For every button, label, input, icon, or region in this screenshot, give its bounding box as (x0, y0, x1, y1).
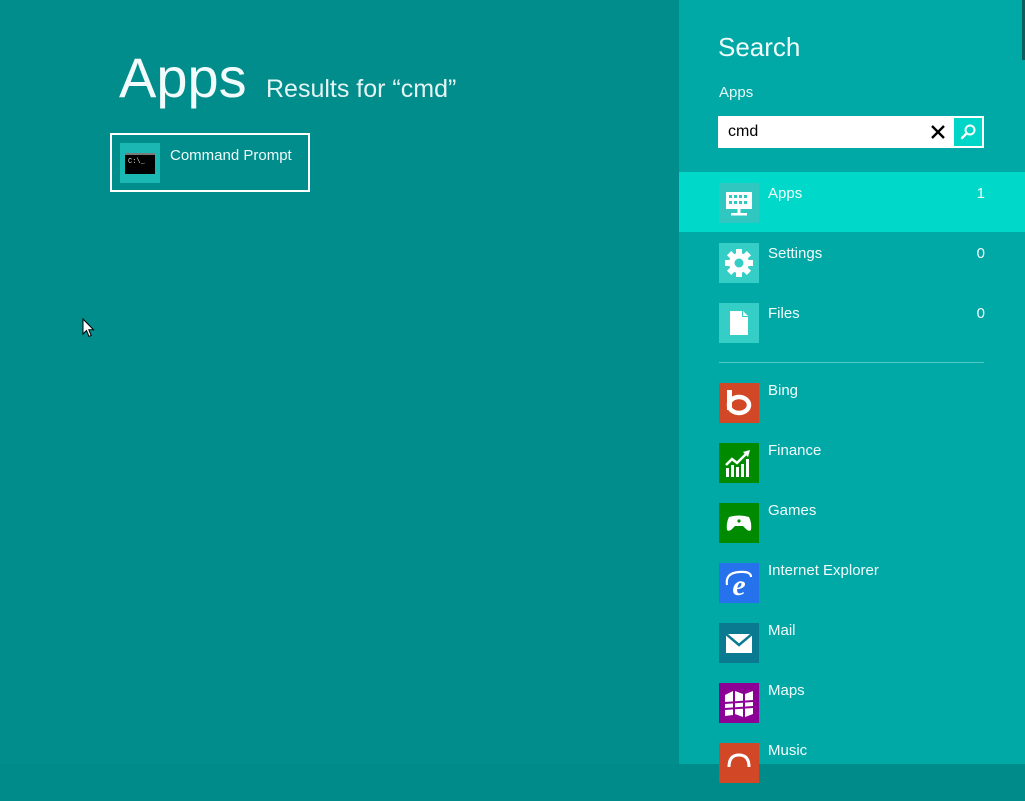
music-icon (719, 743, 759, 783)
apps-results-area: Apps Results for “cmd” C:\_ Command Prom… (0, 0, 679, 764)
app-item-internet-explorer[interactable]: e Internet Explorer (679, 561, 1025, 621)
close-icon (931, 125, 945, 139)
app-label: Games (768, 502, 817, 519)
file-icon (719, 303, 759, 343)
games-icon (719, 503, 759, 543)
result-command-prompt[interactable]: C:\_ Command Prompt (110, 133, 310, 192)
app-item-maps[interactable]: Maps (679, 681, 1025, 741)
search-scope-label: Apps (719, 84, 754, 101)
category-count: 1 (976, 185, 985, 202)
app-label: Finance (768, 442, 822, 459)
app-label: Bing (768, 382, 799, 399)
search-input[interactable] (728, 122, 918, 142)
search-box (718, 116, 984, 148)
search-icon (960, 124, 976, 140)
app-label: Internet Explorer (768, 562, 879, 579)
search-pane: Search Apps cmd Apps 1 Settings 0 Files … (679, 0, 1025, 783)
finance-icon (719, 443, 759, 483)
page-title: Apps (119, 46, 247, 109)
category-label: Apps (768, 185, 803, 202)
app-item-finance[interactable]: Finance (679, 441, 1025, 501)
search-submit-button[interactable] (954, 118, 982, 146)
app-label: Maps (768, 682, 805, 699)
command-prompt-icon-text: C:\_ (128, 158, 145, 166)
category-settings[interactable]: Settings 0 (679, 232, 1025, 292)
mouse-pointer-icon (82, 318, 95, 338)
bing-icon (719, 383, 759, 423)
results-subtitle: Results for “cmd” (266, 75, 457, 103)
mail-icon (719, 623, 759, 663)
category-label: Settings (768, 245, 823, 262)
category-count: 0 (976, 305, 985, 322)
app-label: Music (768, 742, 808, 759)
app-item-bing[interactable]: Bing (679, 381, 1025, 441)
app-item-mail[interactable]: Mail (679, 621, 1025, 681)
svg-text:e: e (732, 569, 745, 602)
apps-icon (719, 183, 759, 223)
result-label: Command Prompt (170, 147, 292, 164)
category-files[interactable]: Files 0 (679, 292, 1025, 352)
category-label: Files (768, 305, 800, 322)
gear-icon (719, 243, 759, 283)
divider (719, 362, 984, 363)
app-item-music[interactable]: Music (679, 741, 1025, 801)
app-label: Mail (768, 622, 796, 639)
maps-icon (719, 683, 759, 723)
category-apps[interactable]: Apps 1 (679, 172, 1025, 232)
internet-explorer-icon: e (719, 563, 759, 603)
command-prompt-icon: C:\_ (120, 143, 160, 183)
clear-search-button[interactable] (927, 121, 949, 143)
search-pane-title: Search (718, 32, 801, 62)
category-count: 0 (976, 245, 985, 262)
app-item-games[interactable]: Games (679, 501, 1025, 561)
